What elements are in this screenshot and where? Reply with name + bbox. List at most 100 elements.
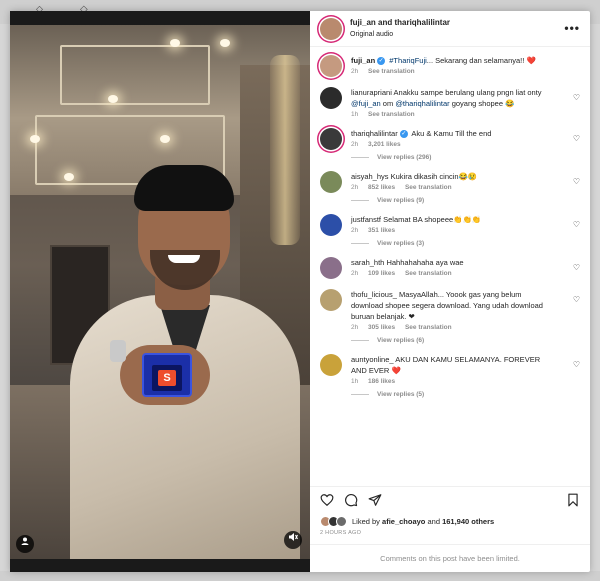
comment: sarah_hth Hahhahahaha aya wae 2h 109 lik… [320, 257, 580, 279]
like-comment-heart-icon[interactable]: ♡ [573, 93, 580, 102]
view-replies-label[interactable]: View replies (6) [377, 337, 424, 344]
comment-text-part: Hahhahahaha aya wae [386, 258, 464, 267]
like-comment-heart-icon[interactable]: ♡ [573, 134, 580, 143]
view-replies-button[interactable]: View replies (3) [351, 240, 551, 247]
comment-likes[interactable]: 351 likes [368, 227, 395, 234]
audio-label[interactable]: Original audio [350, 29, 450, 41]
comment-text: sarah_hth Hahhahahaha aya wae [351, 257, 551, 268]
comment-text: justfanstf Selamat BA shopeee👏👏👏 [351, 214, 551, 225]
comment-username[interactable]: aisyah_hys [351, 172, 389, 181]
comment-body: aisyah_hys Kukira dikasih cincin😂😢 2h 85… [351, 171, 551, 204]
view-replies-button[interactable]: View replies (6) [351, 337, 551, 344]
view-replies-button[interactable]: View replies (296) [351, 154, 551, 161]
see-translation-link[interactable]: See translation [368, 111, 415, 118]
avatar[interactable] [320, 87, 342, 109]
avatar[interactable] [320, 257, 342, 279]
person: S [70, 165, 300, 559]
view-replies-label[interactable]: View replies (5) [377, 391, 424, 398]
comment-username[interactable]: thariqhalilintar [351, 129, 398, 138]
comment-username[interactable]: fuji_an [351, 56, 375, 65]
liker-username[interactable]: afie_choayo [382, 517, 425, 526]
heart-emoji: ❤️ [526, 56, 536, 65]
avatar[interactable] [320, 214, 342, 236]
comment-text: thofu_licious_ MasyaAllah... Yoook gas y… [351, 289, 551, 322]
post-media[interactable]: S [10, 11, 310, 572]
mention-link[interactable]: @fuji_an [351, 99, 381, 108]
comment-username[interactable]: auntyonline_ [351, 355, 394, 364]
comment-text-part: Anakku sampe berulang ulang pngn liat on… [393, 88, 542, 97]
ceiling-light [160, 135, 170, 143]
hashtag-link[interactable]: #ThariqFuji [389, 56, 427, 65]
comment-time: 2h [351, 184, 359, 191]
comment-meta: 1h See translation [351, 111, 551, 118]
like-comment-heart-icon[interactable]: ♡ [573, 360, 580, 369]
avatar[interactable] [320, 171, 342, 193]
avatar[interactable] [320, 289, 342, 311]
verified-badge-icon: ✓ [377, 56, 386, 65]
comment-meta: 1h 186 likes [351, 378, 551, 385]
comment-likes[interactable]: 186 likes [368, 378, 395, 385]
replies-line [351, 200, 369, 201]
comment-text: thariqhalilintar ✓ Aku & Kamu Till the en… [351, 128, 551, 139]
background-bottom-strip [0, 571, 600, 581]
share-icon[interactable] [368, 493, 382, 507]
view-replies-button[interactable]: View replies (9) [351, 197, 551, 204]
post-photo[interactable]: S [10, 25, 310, 559]
comments-list[interactable]: fuji_an ✓ #ThariqFuji... Sekarang dan sel… [310, 47, 590, 486]
caption-rest: ... Sekarang dan selamanya!! [426, 56, 527, 65]
comment-icon[interactable] [344, 493, 358, 507]
see-translation-link[interactable]: See translation [405, 324, 452, 331]
avatar[interactable] [320, 55, 342, 77]
avatar[interactable] [320, 128, 342, 150]
comment-username[interactable]: thofu_licious_ [351, 290, 397, 299]
comment-text: lianurapriani Anakku sampe berulang ulan… [351, 87, 551, 109]
view-replies-label[interactable]: View replies (9) [377, 197, 424, 204]
avatar[interactable] [320, 17, 342, 40]
see-translation-link[interactable]: See translation [405, 270, 452, 277]
comment-text-part: goyang shopee 😂 [449, 99, 515, 108]
comment-username[interactable]: lianurapriani [351, 88, 392, 97]
like-comment-heart-icon[interactable]: ♡ [573, 177, 580, 186]
post-timestamp[interactable]: 2 HOURS AGO [310, 530, 590, 544]
comment-text-part: Kukira dikasih cincin😂😢 [390, 172, 478, 181]
user-tag-icon[interactable] [16, 535, 34, 553]
like-comment-heart-icon[interactable]: ♡ [573, 295, 580, 304]
likes-middle: and [425, 516, 443, 526]
comment-likes[interactable]: 3,201 likes [368, 141, 401, 148]
comment-username[interactable]: sarah_hth [351, 258, 384, 267]
avatar[interactable] [320, 354, 342, 376]
comment-likes[interactable]: 109 likes [368, 270, 395, 277]
comment-likes[interactable]: 305 likes [368, 324, 395, 331]
likes-prefix: Liked by [352, 516, 383, 526]
view-replies-label[interactable]: View replies (296) [377, 154, 431, 161]
liker-avatar [336, 515, 347, 527]
comment: justfanstf Selamat BA shopeee👏👏👏 2h 351 … [320, 214, 580, 247]
ceiling-light [220, 39, 230, 47]
view-replies-label[interactable]: View replies (3) [377, 240, 424, 247]
comment-text: auntyonline_ AKU DAN KAMU SELAMANYA. FOR… [351, 354, 551, 376]
bookmark-icon[interactable] [566, 493, 580, 507]
see-translation-link[interactable]: See translation [368, 68, 415, 75]
comment-meta: 2h See translation [351, 68, 551, 75]
heart-icon[interactable] [320, 493, 334, 507]
comment-body: fuji_an ✓ #ThariqFuji... Sekarang dan sel… [351, 55, 551, 77]
like-comment-heart-icon[interactable]: ♡ [573, 263, 580, 272]
comment-username[interactable]: justfanstf [351, 215, 381, 224]
caption-text: fuji_an ✓ #ThariqFuji... Sekarang dan sel… [351, 55, 551, 66]
ceiling-tray [60, 45, 210, 105]
ring-box: S [142, 353, 192, 397]
comment-likes[interactable]: 852 likes [368, 184, 395, 191]
post-modal: S fuji_an and thariqhalilintar Original … [10, 11, 590, 572]
view-replies-button[interactable]: View replies (5) [351, 391, 551, 398]
speaker-icon[interactable] [284, 531, 302, 549]
more-options-icon[interactable]: ••• [564, 21, 580, 35]
post-authors[interactable]: fuji_an and thariqhalilintar [350, 17, 450, 29]
replies-line [351, 340, 369, 341]
comment-text: aisyah_hys Kukira dikasih cincin😂😢 [351, 171, 551, 182]
likes-count[interactable]: 161,940 others [442, 517, 494, 526]
comment-time: 2h [351, 141, 359, 148]
comment-text-part: Aku & Kamu Till the end [411, 129, 492, 138]
see-translation-link[interactable]: See translation [405, 184, 452, 191]
like-comment-heart-icon[interactable]: ♡ [573, 220, 580, 229]
mention-link[interactable]: @thariqhalilintar [395, 99, 449, 108]
